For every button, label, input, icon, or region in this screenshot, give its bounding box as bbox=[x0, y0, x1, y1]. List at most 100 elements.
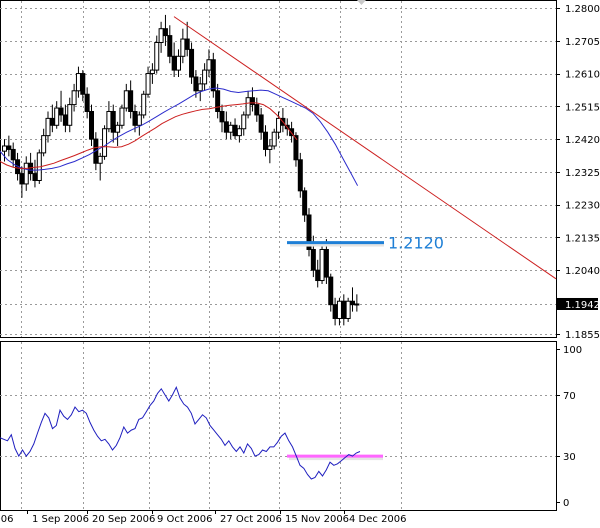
candle bbox=[223, 111, 229, 140]
candle-body bbox=[41, 135, 47, 154]
candle-body bbox=[49, 117, 55, 126]
candle-body bbox=[141, 93, 147, 116]
oscillator-panel: 100 70 30 0 bbox=[0, 341, 582, 511]
candle bbox=[19, 166, 25, 198]
oscillator-line bbox=[0, 386, 361, 480]
candle bbox=[45, 111, 51, 143]
candle bbox=[228, 121, 234, 140]
candle-body bbox=[345, 300, 351, 319]
candle bbox=[49, 104, 55, 133]
candle bbox=[263, 125, 268, 157]
candle-body bbox=[354, 303, 360, 306]
time-tick-label: 20 Sep 2006 bbox=[92, 514, 155, 525]
candle bbox=[180, 28, 186, 64]
candle-body bbox=[210, 59, 216, 92]
candle bbox=[123, 83, 129, 112]
candle-body bbox=[45, 117, 51, 137]
time-tick-label: 27 Oct 2006 bbox=[220, 514, 282, 525]
candle bbox=[354, 294, 360, 312]
candle-body bbox=[162, 28, 168, 37]
candle bbox=[80, 70, 86, 102]
candle bbox=[54, 101, 60, 129]
candle-body bbox=[84, 93, 90, 112]
candle-body bbox=[328, 276, 334, 306]
candle-body bbox=[302, 190, 308, 216]
candle bbox=[149, 63, 155, 84]
candle-body bbox=[10, 148, 16, 161]
candle-body bbox=[310, 248, 316, 271]
candle-body bbox=[89, 110, 94, 140]
candle bbox=[241, 111, 247, 136]
candle bbox=[315, 259, 321, 288]
candle-body bbox=[189, 48, 195, 78]
candle-body bbox=[202, 69, 208, 85]
candle bbox=[202, 63, 208, 91]
candle-body bbox=[106, 110, 112, 130]
candle-body bbox=[19, 173, 25, 185]
price-tick-label: 1.2135 bbox=[565, 233, 600, 244]
candle-body bbox=[176, 55, 181, 71]
candle bbox=[75, 66, 81, 98]
candle bbox=[141, 90, 147, 119]
candle bbox=[176, 49, 181, 77]
candle-body bbox=[75, 73, 81, 92]
price-tick-label: 1.2610 bbox=[565, 70, 600, 81]
current-price-label: 1.1942 bbox=[565, 300, 600, 311]
candle-body bbox=[110, 110, 116, 133]
candle-body bbox=[254, 104, 260, 116]
candle-body bbox=[228, 124, 234, 133]
candle-body bbox=[206, 59, 212, 71]
candle bbox=[232, 118, 238, 140]
time-tick-label: 1 Sep 2006 bbox=[32, 514, 89, 525]
candle bbox=[319, 242, 325, 284]
candle-body bbox=[297, 159, 303, 192]
candle-body bbox=[102, 128, 108, 157]
candle-body bbox=[319, 248, 325, 282]
candle bbox=[297, 152, 303, 198]
candle-body bbox=[332, 304, 338, 319]
price-tick-label: 1.2515 bbox=[565, 102, 600, 113]
candle bbox=[28, 152, 34, 181]
candle bbox=[102, 125, 108, 160]
candle-body bbox=[123, 90, 129, 109]
candle-body bbox=[323, 248, 329, 278]
candle-body bbox=[119, 107, 125, 126]
candle-body bbox=[267, 145, 273, 150]
candle-body bbox=[154, 41, 160, 71]
candle-body bbox=[341, 300, 347, 319]
candle-body bbox=[32, 173, 38, 181]
candle-body bbox=[219, 110, 225, 123]
candle bbox=[71, 83, 77, 112]
candle-body bbox=[245, 97, 251, 116]
candle-body bbox=[241, 114, 247, 130]
candle bbox=[332, 297, 338, 326]
moving-average-blue bbox=[0, 87, 359, 186]
candle bbox=[206, 49, 212, 77]
price-tick-label: 1.2040 bbox=[565, 266, 600, 277]
price-panel: 1.2120 1.2800 1.2705 1.2610 1.2515 1.2420 1.23… bbox=[0, 0, 600, 341]
candle-body bbox=[184, 38, 190, 50]
candle bbox=[306, 208, 312, 257]
candle-body bbox=[236, 128, 242, 137]
candle bbox=[271, 128, 277, 150]
chart-canvas: 1.2120 1.2800 1.2705 1.2610 1.2515 1.2420 1.23… bbox=[0, 0, 600, 525]
candle bbox=[245, 90, 251, 119]
candle-body bbox=[249, 97, 255, 106]
candle-body bbox=[97, 155, 103, 164]
price-tick-label: 1.2420 bbox=[565, 135, 600, 146]
candle-body bbox=[223, 121, 229, 133]
candle-body bbox=[263, 131, 268, 150]
candle-body bbox=[136, 114, 142, 126]
candle-body bbox=[132, 110, 138, 126]
candle-body bbox=[71, 90, 77, 106]
candle-body bbox=[167, 35, 173, 57]
candle bbox=[97, 152, 103, 181]
candle bbox=[62, 104, 68, 133]
candle bbox=[341, 294, 347, 326]
candle bbox=[136, 111, 142, 136]
candle bbox=[197, 76, 203, 102]
candle bbox=[167, 25, 173, 64]
time-tick-label: 2006 bbox=[0, 514, 13, 525]
candle bbox=[67, 97, 73, 133]
candle-body bbox=[115, 124, 121, 133]
